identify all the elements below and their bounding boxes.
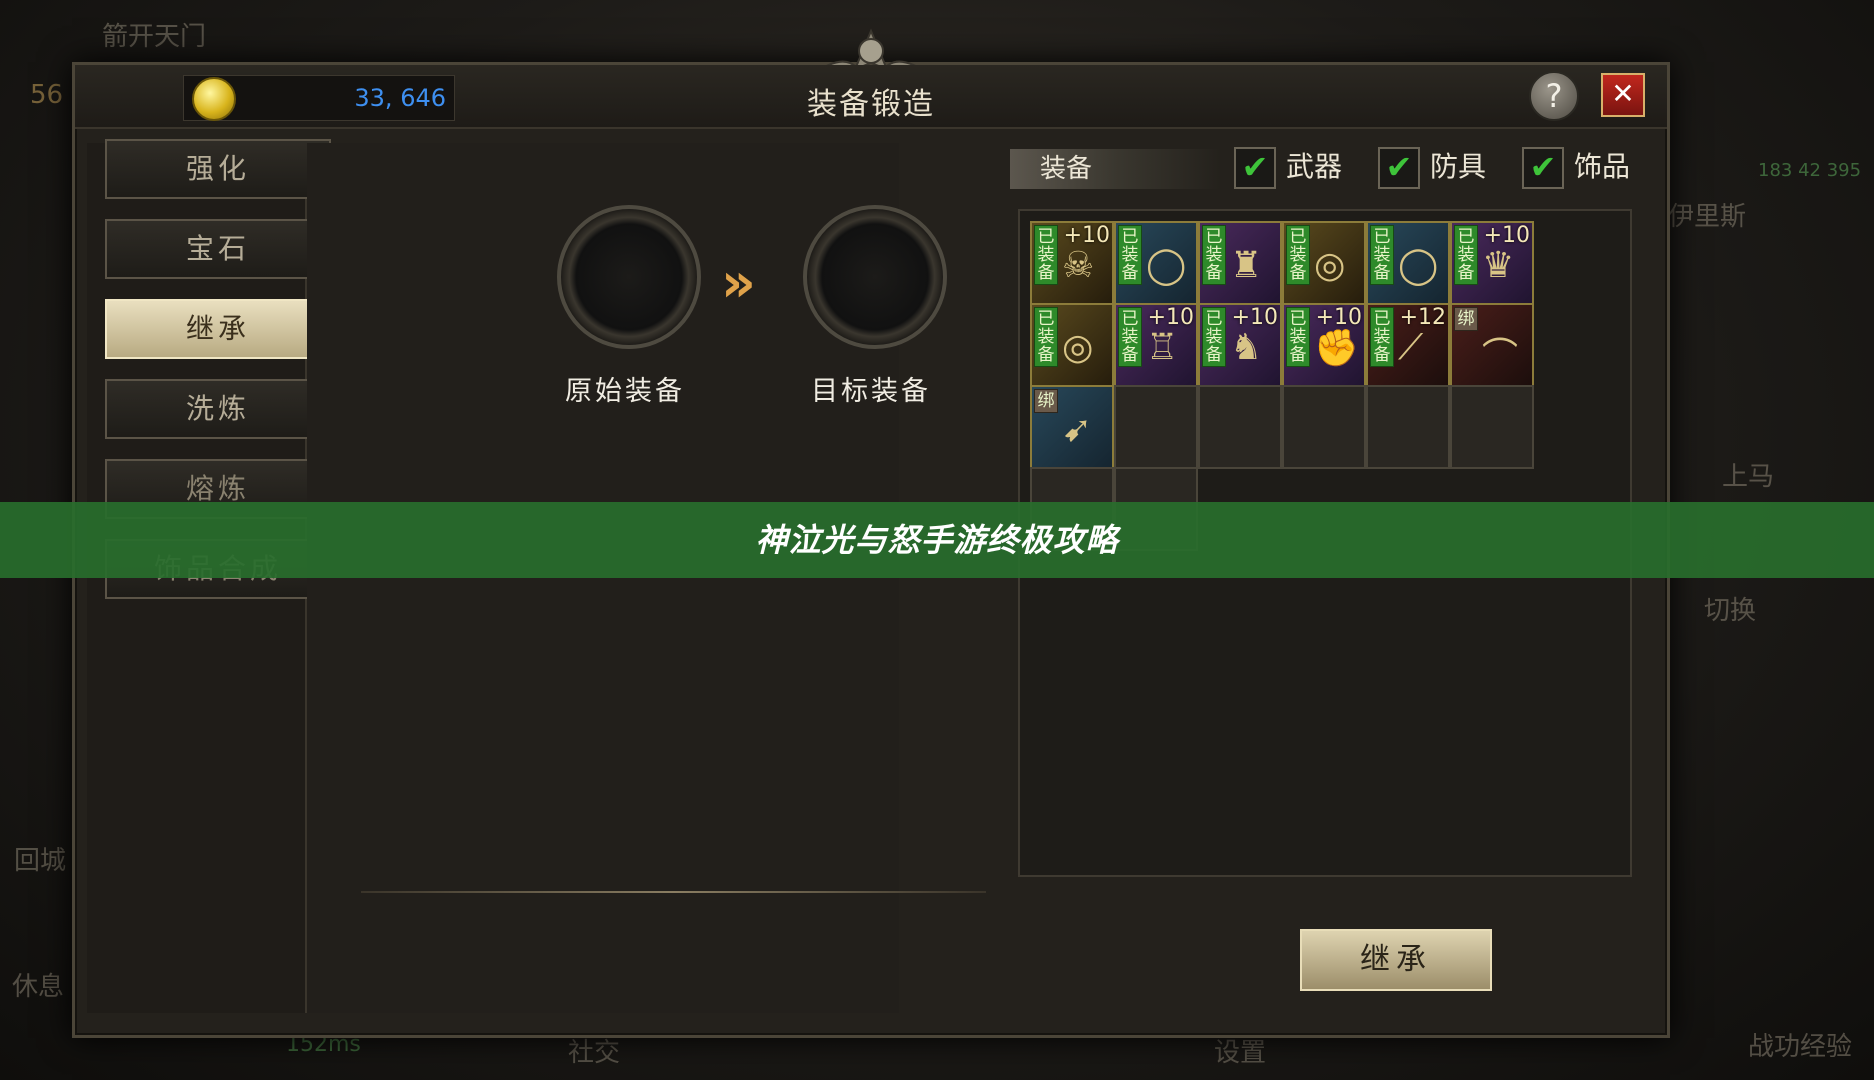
nav-inherit[interactable]: 继承	[105, 299, 331, 359]
rest-button[interactable]: 休息	[12, 966, 64, 1003]
equipped-badge: 已装备	[1370, 307, 1394, 367]
ring-icon: ◯	[1398, 245, 1439, 286]
empty-equipment-cell[interactable]	[1366, 385, 1450, 469]
help-button[interactable]: ?	[1529, 71, 1579, 121]
filter-armor[interactable]: ✔ 防具	[1378, 147, 1487, 189]
target-equipment-slot[interactable]	[803, 205, 947, 349]
checkbox-weapon-icon[interactable]: ✔	[1234, 147, 1276, 189]
filter-weapon-label: 武器	[1286, 150, 1343, 183]
mask-icon: ☠	[1062, 245, 1095, 286]
robe-icon: ♜	[1230, 245, 1263, 286]
title-bar: 33, 646 装备锻造 ? ✕	[75, 65, 1667, 129]
bound-badge: 绑	[1034, 389, 1058, 413]
equipped-badge: 已装备	[1118, 225, 1142, 285]
nav-enhance[interactable]: 强化	[105, 139, 331, 199]
bound-badge: 绑	[1454, 307, 1478, 331]
ring-icon: ◯	[1146, 245, 1187, 286]
filter-accessory[interactable]: ✔ 饰品	[1522, 147, 1631, 189]
equipment-cell[interactable]: 已装备 +10 ☠	[1030, 221, 1114, 305]
empty-equipment-cell[interactable]	[1198, 385, 1282, 469]
window-title: 装备锻造	[807, 87, 935, 122]
bg-coords: 183 42 395	[1758, 160, 1862, 181]
filter-weapon[interactable]: ✔ 武器	[1234, 147, 1343, 189]
target-equipment-label: 目标装备	[811, 376, 931, 407]
equipped-badge: 已装备	[1202, 307, 1226, 367]
armor-icon: ♖	[1146, 327, 1179, 368]
inherit-button[interactable]: 继承	[1300, 929, 1492, 991]
equipped-badge: 已装备	[1370, 225, 1394, 285]
nav-refine[interactable]: 洗炼	[105, 379, 331, 439]
equipment-cell[interactable]: 已装备 +10 ♖	[1114, 303, 1198, 387]
equipped-badge: 已装备	[1286, 307, 1310, 367]
equipment-cell[interactable]: 已装备 ◎	[1282, 221, 1366, 305]
equipment-panel: 装备 ✔ 武器 ✔ 防具 ✔ 饰品 已装备 +10 ☠ 已装备 ◯ 已装备 ♜ 已装备 ◎ 已装备 ◯ 已装…	[1010, 143, 1650, 1013]
equipment-cell[interactable]: 已装备 ◯	[1366, 221, 1450, 305]
mount-button[interactable]: 上马	[1722, 456, 1774, 493]
helmet-icon: ♛	[1482, 245, 1515, 286]
equipment-cell[interactable]: 已装备 +10 ♛	[1450, 221, 1534, 305]
equipment-cell[interactable]: 已装备 ◯	[1114, 221, 1198, 305]
equipped-badge: 已装备	[1034, 307, 1058, 367]
gauntlet-icon: ✊	[1314, 328, 1359, 369]
source-equipment-label: 原始装备	[565, 376, 685, 407]
equipment-cell[interactable]: 已装备 ♜	[1198, 221, 1282, 305]
switch-button[interactable]: 切换	[1704, 590, 1756, 627]
equipped-badge: 已装备	[1118, 307, 1142, 367]
empty-equipment-cell[interactable]	[1282, 385, 1366, 469]
filter-accessory-label: 饰品	[1574, 150, 1631, 183]
equipment-cell[interactable]: 已装备 ◎	[1030, 303, 1114, 387]
overlay-banner: 神泣光与怒手游终极攻略	[0, 502, 1874, 578]
nav-gem[interactable]: 宝石	[105, 219, 331, 279]
bg-location-label: 箭开天门	[102, 22, 207, 52]
boots-icon: ♞	[1230, 327, 1263, 368]
source-equipment-slot[interactable]	[557, 205, 701, 349]
equipment-tab[interactable]: 装备	[1010, 149, 1220, 189]
combat-exp-label: 战功经验	[1748, 1032, 1853, 1062]
equipped-badge: 已装备	[1286, 225, 1310, 285]
double-arrow-icon: »	[721, 251, 756, 314]
close-button[interactable]: ✕	[1601, 73, 1645, 117]
empty-equipment-cell[interactable]	[1450, 385, 1534, 469]
filter-armor-label: 防具	[1430, 150, 1487, 183]
return-city-button[interactable]: 回城	[14, 840, 66, 877]
bg-player-name: 伊里斯	[1668, 202, 1747, 232]
checkbox-armor-icon[interactable]: ✔	[1378, 147, 1420, 189]
gold-ring-icon: ◎	[1314, 245, 1346, 286]
staff-icon: ⟋	[1398, 327, 1424, 368]
equipped-badge: 已装备	[1202, 225, 1226, 285]
equipment-cell[interactable]: 已装备 +10 ♞	[1198, 303, 1282, 387]
equipment-cell[interactable]: 绑 ⌒	[1450, 303, 1534, 387]
inherit-area: » 原始装备 目标装备	[307, 143, 947, 1013]
equipped-badge: 已装备	[1034, 225, 1058, 285]
divider-line	[361, 891, 986, 893]
bg-level-label: 56	[30, 80, 64, 110]
equipment-cell[interactable]: 已装备 +12 ⟋	[1366, 303, 1450, 387]
empty-equipment-cell[interactable]	[1114, 385, 1198, 469]
checkbox-accessory-icon[interactable]: ✔	[1522, 147, 1564, 189]
equipment-cell[interactable]: 绑 ➹	[1030, 385, 1114, 469]
bow-icon: ⌒	[1482, 336, 1519, 377]
forge-nav: 强化 宝石 继承 洗炼 熔炼 饰品合成	[87, 139, 331, 1013]
equipment-cell[interactable]: 已装备 +10 ✊	[1282, 303, 1366, 387]
equipped-badge: 已装备	[1454, 225, 1478, 285]
spear-icon: ➹	[1062, 409, 1093, 450]
gold-ring-icon: ◎	[1062, 327, 1094, 368]
